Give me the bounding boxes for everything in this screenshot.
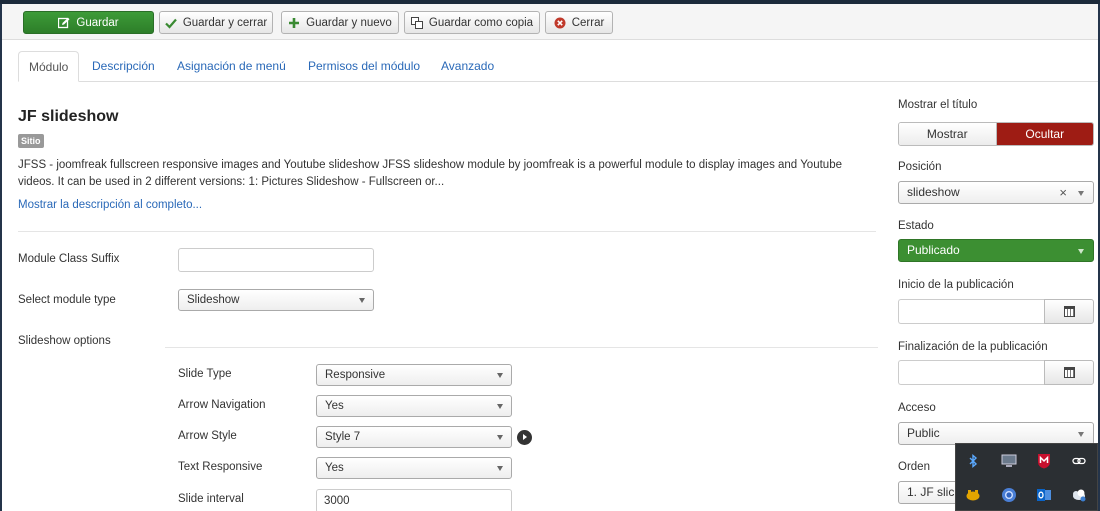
calendar-icon [1064,367,1075,378]
arrow-preview-icon[interactable] [517,430,532,445]
save-new-button[interactable]: Guardar y nuevo [281,11,399,34]
slide-interval-input[interactable]: 3000 [316,489,512,511]
chevron-down-icon [1078,191,1084,196]
close-label: Cerrar [571,16,605,29]
show-title-label: Mostrar el título [898,99,978,111]
publish-end-label: Finalización de la publicación [898,341,1048,353]
edit-icon [58,17,70,29]
publish-start-input[interactable] [898,299,1044,324]
tab-descripcion[interactable]: Descripción [92,51,155,82]
show-full-description-link[interactable]: Mostrar la descripción al completo... [18,199,202,211]
chevron-down-icon [1078,249,1084,254]
slide-type-label: Slide Type [178,368,232,380]
show-title-button[interactable]: Mostrar [899,123,997,145]
module-description: JFSS - joomfreak fullscreen responsive i… [18,159,842,188]
save-button-label: Guardar [76,16,119,29]
publish-end-input[interactable] [898,360,1044,385]
access-value: Public [907,426,940,440]
chevron-down-icon [497,466,503,471]
arrow-style-select[interactable]: Style 7 [316,426,512,448]
slideshow-options-label: Slideshow options [18,335,111,347]
mcafee-icon[interactable] [1035,452,1053,470]
close-button[interactable]: Cerrar [545,11,613,34]
arrow-style-label: Arrow Style [178,430,237,442]
site-badge: Sitio [18,134,44,148]
plus-icon [288,17,300,29]
state-select[interactable]: Publicado [898,239,1094,262]
arrow-navigation-label: Arrow Navigation [178,399,266,411]
options-divider [165,347,878,348]
module-title: JF slideshow [18,108,119,125]
access-select[interactable]: Public [898,422,1094,445]
clear-icon[interactable]: × [1059,182,1067,203]
close-icon [554,17,566,29]
module-type-label: Select module type [18,294,116,306]
save-new-label: Guardar y nuevo [306,16,392,29]
save-copy-label: Guardar como copia [428,16,534,29]
tab-modulo[interactable]: Módulo [18,51,80,82]
position-label: Posición [898,161,942,173]
tab-avanzado[interactable]: Avanzado [441,51,494,82]
save-close-label: Guardar y cerrar [182,16,268,29]
arrow-navigation-value: Yes [325,400,344,412]
save-copy-button[interactable]: Guardar como copia [404,11,540,34]
save-button[interactable]: Guardar [23,11,154,34]
slide-interval-label: Slide interval [178,493,244,505]
module-type-value: Slideshow [187,294,240,306]
arrow-style-value: Style 7 [325,431,361,443]
hide-title-button[interactable]: Ocultar [996,123,1093,145]
tab-permisos[interactable]: Permisos del módulo [308,51,420,82]
system-tray-popup [955,443,1098,511]
chevron-down-icon [497,373,503,378]
divider [18,231,876,232]
copy-icon [410,16,423,29]
slide-type-select[interactable]: Responsive [316,364,512,386]
text-responsive-value: Yes [325,462,344,474]
chrome-icon[interactable] [1000,486,1018,504]
save-close-button[interactable]: Guardar y cerrar [159,11,273,34]
outlook-icon[interactable] [1035,486,1053,504]
text-responsive-select[interactable]: Yes [316,457,512,479]
calendar-icon [1064,306,1075,317]
display-icon[interactable] [1000,452,1018,470]
state-label: Estado [898,220,934,232]
class-suffix-input[interactable] [178,248,374,272]
slide-type-value: Responsive [325,369,386,381]
access-label: Acceso [898,402,936,414]
bluetooth-icon[interactable] [964,452,982,470]
chevron-down-icon [359,298,365,303]
arrow-navigation-select[interactable]: Yes [316,395,512,417]
chevron-down-icon [1078,432,1084,437]
toolbar: Guardar Guardar y cerrar Guardar y nuevo… [2,4,1098,40]
tab-bar: Módulo Descripción Asignación de menú Pe… [18,51,1098,82]
chevron-down-icon [497,435,503,440]
tab-asignacion-menu[interactable]: Asignación de menú [177,51,286,82]
publish-end-calendar-button[interactable] [1044,360,1094,385]
class-suffix-label: Module Class Suffix [18,253,120,265]
publish-start-calendar-button[interactable] [1044,299,1094,324]
state-value: Publicado [907,243,960,257]
show-title-toggle: Mostrar Ocultar [898,122,1094,146]
order-value: 1. JF slic [907,485,955,499]
module-type-select[interactable]: Slideshow [178,289,374,311]
check-icon [165,17,177,29]
link-icon[interactable] [1070,452,1088,470]
publish-start-label: Inicio de la publicación [898,279,1014,291]
chevron-down-icon [497,404,503,409]
gamepad-icon[interactable] [964,486,982,504]
position-select[interactable]: slideshow × [898,181,1094,204]
position-value: slideshow [907,185,960,199]
network-icon[interactable] [1070,486,1088,504]
text-responsive-label: Text Responsive [178,461,263,473]
order-label: Orden [898,461,930,473]
window-frame-left [0,4,2,511]
